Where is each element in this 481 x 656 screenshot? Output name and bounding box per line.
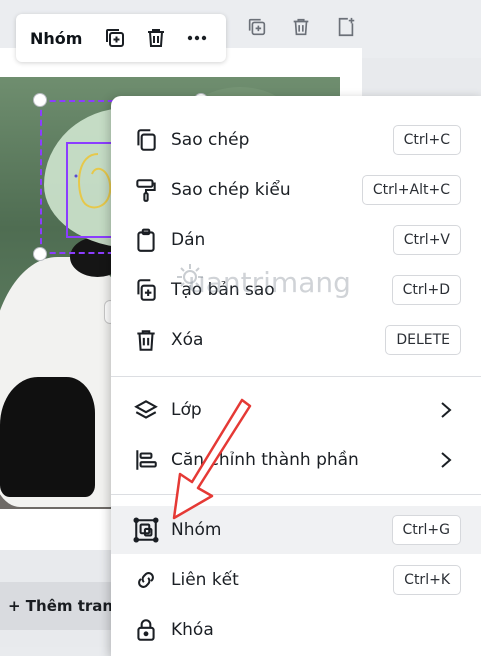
add-page-icon[interactable]: [335, 16, 357, 38]
menu-item-copy[interactable]: Sao chép Ctrl+C: [111, 116, 481, 164]
menu-item-copy-style[interactable]: Sao chép kiểu Ctrl+Alt+C: [111, 166, 481, 214]
menu-item-link[interactable]: Liên kết Ctrl+K: [111, 556, 481, 604]
trash-icon: [133, 327, 159, 353]
red-arrow-annotation: [172, 398, 252, 520]
shortcut-badge: DELETE: [385, 325, 461, 355]
watermark-text: uantrimang: [188, 266, 351, 299]
duplicate-icon: [133, 277, 159, 303]
clipboard-icon: [133, 227, 159, 253]
lock-icon: [133, 617, 159, 643]
menu-item-label: Sao chép kiểu: [171, 180, 291, 200]
context-menu: Sao chép Ctrl+C Sao chép kiểu Ctrl+Alt+C…: [111, 96, 481, 656]
menu-divider: [111, 376, 481, 377]
resize-handle-bottom-left[interactable]: [33, 247, 47, 261]
menu-item-label: Xóa: [171, 330, 204, 350]
menu-item-delete[interactable]: Xóa DELETE: [111, 316, 481, 364]
group-toolbar-label[interactable]: Nhóm: [30, 29, 82, 48]
chevron-right-icon: [439, 400, 453, 420]
more-icon[interactable]: [185, 25, 210, 51]
shortcut-badge: Ctrl+D: [391, 275, 461, 305]
copy-plus-icon[interactable]: [246, 16, 268, 38]
shortcut-badge: Ctrl+G: [391, 515, 461, 545]
chevron-right-icon: [439, 450, 453, 470]
menu-item-paste[interactable]: Dán Ctrl+V: [111, 216, 481, 264]
copy-icon: [133, 127, 159, 153]
menu-item-label: Khóa: [171, 620, 214, 640]
link-icon: [133, 567, 159, 593]
menu-item-label: Sao chép: [171, 130, 250, 150]
shortcut-badge: Ctrl+V: [392, 225, 461, 255]
paint-roller-icon: [133, 177, 159, 203]
shortcut-badge: Ctrl+Alt+C: [361, 175, 461, 205]
group-toolbar: Nhóm: [16, 14, 226, 62]
trash-icon[interactable]: [144, 25, 169, 51]
copy-plus-icon[interactable]: [102, 25, 127, 51]
shortcut-badge: Ctrl+K: [393, 565, 461, 595]
add-page-button[interactable]: + Thêm tran: [0, 582, 116, 630]
menu-item-label: Liên kết: [171, 570, 239, 590]
trash-icon[interactable]: [290, 16, 312, 38]
shortcut-badge: Ctrl+C: [392, 125, 461, 155]
menu-item-label: Dán: [171, 230, 206, 250]
resize-handle-top-left[interactable]: [33, 93, 47, 107]
